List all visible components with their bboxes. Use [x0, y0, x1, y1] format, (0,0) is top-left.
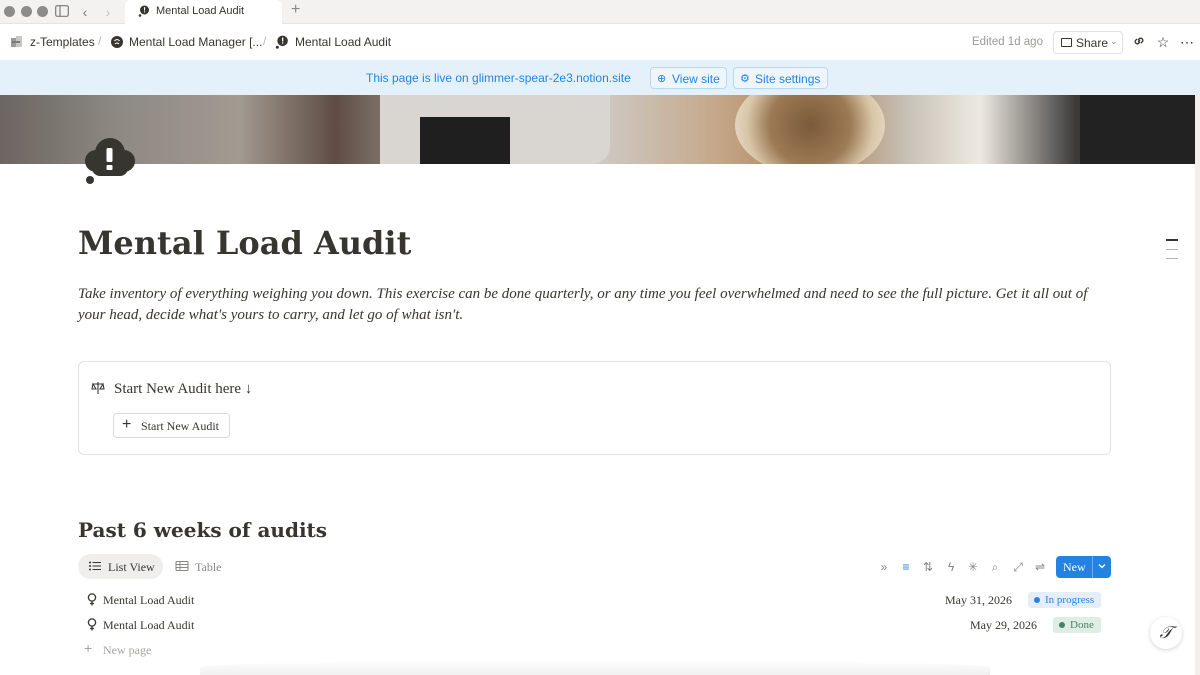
plus-icon: + [84, 640, 93, 656]
list-item[interactable]: Mental Load Audit May 31, 2026 In progre… [78, 587, 1111, 612]
status-label: In progress [1045, 594, 1095, 606]
status-label: Done [1070, 619, 1094, 631]
edited-timestamp: Edited 1d ago [972, 36, 1043, 48]
status-badge: In progress [1028, 592, 1102, 608]
row-title[interactable]: Mental Load Audit [103, 618, 194, 633]
breadcrumb-separator: / [98, 34, 102, 48]
brain-icon [111, 36, 123, 48]
sidebar-toggle-icon[interactable] [53, 3, 71, 21]
list-icon [89, 561, 101, 571]
button-divider [1092, 556, 1093, 578]
tab-table[interactable]: Table [165, 554, 235, 579]
tab-list-view[interactable]: List View [78, 554, 163, 579]
table-of-contents-indicator[interactable] [1166, 239, 1178, 267]
cover-glass-shape [735, 95, 885, 164]
toc-line [1166, 239, 1178, 241]
lightning-icon[interactable]: ϟ [944, 560, 958, 574]
share-icon [1061, 38, 1072, 47]
window-close-button[interactable] [4, 6, 15, 17]
audit-page-icon [87, 593, 97, 606]
site-live-banner: This page is live on glimmer-spear-2e3.n… [0, 60, 1200, 95]
start-new-audit-label: Start New Audit [141, 419, 219, 433]
plus-icon: + [122, 416, 132, 433]
workspace-icon [11, 36, 22, 47]
scale-icon [91, 382, 105, 394]
audit-page-icon [87, 618, 97, 631]
page-cover-image[interactable] [0, 95, 1195, 164]
sort-icon[interactable]: ⇅ [921, 560, 935, 574]
browser-tab-bar: ‹ › Mental Load Audit + [0, 0, 1200, 24]
status-badge: Done [1053, 617, 1101, 633]
window-minimize-button[interactable] [21, 6, 32, 17]
site-settings-button[interactable]: ⚙ Site settings [733, 67, 828, 89]
help-icon: 𝒯 [1159, 623, 1173, 643]
chevron-down-icon: ⌄ [1110, 36, 1118, 46]
new-entry-label: New [1063, 560, 1086, 574]
thought-bubble-icon[interactable] [82, 134, 138, 186]
new-page-label: New page [103, 643, 152, 657]
scrollbar[interactable] [1195, 95, 1200, 675]
page-description[interactable]: Take inventory of everything weighing yo… [78, 284, 1118, 326]
more-icon[interactable]: ⋯ [1179, 34, 1195, 50]
start-audit-callout: Start New Audit here ↓ + Start New Audit [78, 361, 1111, 455]
filter-icon[interactable]: ≡ [899, 560, 913, 574]
globe-icon: ⊕ [657, 73, 667, 85]
floating-bar-shadow [200, 660, 990, 675]
row-date: May 31, 2026 [945, 593, 1012, 607]
view-site-button[interactable]: ⊕ View site [650, 67, 727, 89]
share-label: Share [1076, 36, 1109, 50]
status-dot [1034, 597, 1040, 603]
star-icon[interactable]: ☆ [1155, 34, 1171, 50]
expand-icon[interactable]: ⤢ [1011, 560, 1025, 574]
browser-tab[interactable]: Mental Load Audit [125, 0, 282, 24]
tab-list-view-label: List View [108, 560, 155, 574]
tab-title: Mental Load Audit [156, 5, 245, 17]
new-entry-button[interactable]: New [1056, 556, 1111, 578]
window-zoom-button[interactable] [37, 6, 48, 17]
link-icon[interactable] [1131, 34, 1147, 50]
breadcrumb-item-mental-load-audit[interactable]: Mental Load Audit [295, 35, 391, 49]
new-tab-button[interactable]: + [291, 1, 300, 19]
forward-icon[interactable]: › [99, 3, 117, 21]
start-new-audit-button[interactable]: + Start New Audit [113, 413, 230, 438]
database-heading[interactable]: Past 6 weeks of audits [78, 518, 327, 542]
sparkle-icon[interactable]: ✳ [966, 560, 980, 574]
cover-keyboard-shape [1080, 95, 1195, 164]
site-settings-label: Site settings [755, 72, 821, 86]
notion-topbar: z-Templates / Mental Load Manager [... /… [0, 24, 1200, 60]
search-icon[interactable]: ⌕ [988, 560, 1002, 574]
chevron-down-icon[interactable] [1098, 562, 1106, 570]
double-chevron-icon[interactable]: » [877, 560, 891, 574]
thought-bubble-icon [138, 5, 149, 17]
toc-line [1166, 257, 1178, 259]
status-dot [1059, 622, 1065, 628]
toc-line [1166, 248, 1178, 250]
help-button[interactable]: 𝒯 [1150, 617, 1182, 649]
breadcrumb-item-mental-load-manager[interactable]: Mental Load Manager [... [129, 35, 262, 49]
settings-sliders-icon[interactable]: ⇌ [1033, 560, 1047, 574]
gear-icon: ⚙ [740, 73, 750, 85]
row-title[interactable]: Mental Load Audit [103, 593, 194, 608]
list-item[interactable]: Mental Load Audit May 29, 2026 Done [78, 612, 1111, 637]
breadcrumb-item-z-templates[interactable]: z-Templates [30, 35, 95, 49]
table-icon [175, 560, 189, 572]
share-button[interactable]: Share ⌄ [1053, 31, 1123, 54]
cover-keys-shape [420, 117, 510, 164]
view-site-label: View site [672, 72, 720, 86]
row-date: May 29, 2026 [970, 618, 1037, 632]
page-title[interactable]: Mental Load Audit [78, 224, 411, 262]
tab-table-label: Table [195, 560, 222, 574]
breadcrumb-separator: / [263, 34, 267, 48]
callout-text: Start New Audit here ↓ [114, 381, 253, 397]
banner-text: This page is live on glimmer-spear-2e3.n… [366, 71, 631, 85]
thought-bubble-icon [275, 35, 288, 49]
back-icon[interactable]: ‹ [76, 3, 94, 21]
